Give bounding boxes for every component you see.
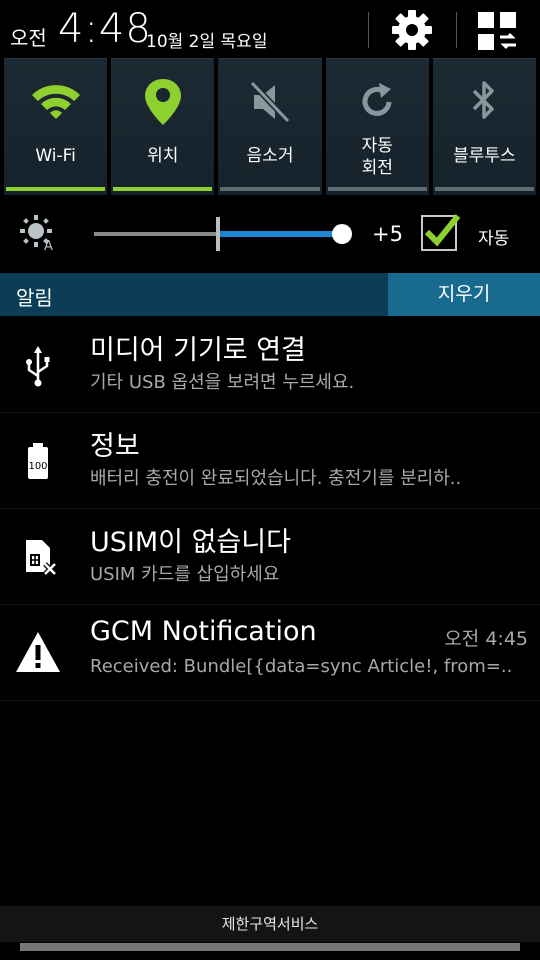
time-ampm: 오전	[10, 26, 47, 50]
slider-track-left	[94, 232, 218, 236]
rotate-icon	[362, 83, 392, 116]
brightness-auto-icon: A	[20, 215, 53, 251]
notification-gcm[interactable]: GCM Notification 오전 4:45 Received: Bundl…	[0, 604, 540, 701]
qs-bluetooth-label: 블루투스	[453, 146, 516, 166]
battery-level-text: 100	[28, 461, 47, 472]
qs-location-indicator	[113, 187, 213, 191]
brightness-row: A +5 자동	[0, 195, 540, 273]
bluetooth-icon	[473, 81, 495, 119]
qs-wifi-toggle[interactable]: Wi-Fi	[4, 58, 108, 195]
qs-bluetooth-toggle[interactable]: 블루투스	[432, 58, 537, 195]
notification-title: USIM이 없습니다	[90, 527, 291, 558]
notification-battery[interactable]: 100 정보 배터리 충전이 완료되었습니다. 충전기를 분리하..	[0, 412, 540, 509]
qs-location-label: 위치	[147, 146, 179, 166]
qs-rotate-label-line2: 회전	[361, 158, 393, 178]
qs-wifi-indicator	[6, 187, 106, 191]
brightness-level: +5	[372, 222, 403, 246]
slider-track-right	[220, 231, 342, 237]
qs-bluetooth-indicator	[434, 187, 535, 191]
no-sim-icon	[26, 540, 57, 576]
notification-usim[interactable]: USIM이 없습니다 USIM 카드를 삽입하세요	[0, 508, 540, 605]
grid-icon[interactable]	[478, 12, 518, 50]
qs-wifi-label: Wi-Fi	[35, 146, 76, 166]
warning-icon	[16, 632, 60, 672]
slider-thumb[interactable]	[332, 224, 352, 244]
auto-brightness-label: 자동	[478, 229, 510, 249]
auto-brightness-checkbox[interactable]	[420, 212, 460, 252]
qs-rotate-label-line1: 자동	[361, 136, 393, 156]
notification-time: 오전 4:45	[444, 628, 528, 650]
qs-mute-toggle[interactable]: 음소거	[218, 58, 322, 195]
notification-title: GCM Notification	[90, 616, 317, 647]
header-divider	[368, 12, 369, 48]
notification-subtitle: USIM 카드를 삽입하세요	[90, 564, 280, 585]
quick-settings-panel: Wi-Fi 위치 음소거 자동 회전 블루투스	[0, 58, 540, 195]
qs-mute-indicator	[220, 187, 320, 191]
qs-rotate-indicator	[327, 187, 427, 191]
clock-time: 4:48	[58, 6, 152, 52]
gear-icon[interactable]	[390, 8, 434, 52]
notification-title: 미디어 기기로 연결	[90, 335, 306, 366]
qs-location-toggle[interactable]: 위치	[111, 58, 215, 195]
svg-text:A: A	[44, 239, 53, 251]
notification-subtitle: 기타 USB 옵션을 보려면 누르세요.	[90, 372, 355, 393]
slider-auto-marker	[216, 217, 220, 251]
clear-button[interactable]: 지우기	[388, 273, 540, 316]
wifi-icon	[31, 85, 80, 119]
notification-title: 정보	[90, 431, 140, 462]
carrier-label: 제한구역서비스	[0, 906, 540, 942]
date-label: 10월 2일 목요일	[146, 32, 268, 52]
location-icon	[144, 79, 181, 125]
battery-full-icon: 100	[28, 443, 48, 479]
header-divider	[456, 12, 457, 48]
notification-subtitle: Received: Bundle[{data=sync Article!, fr…	[90, 656, 513, 677]
notification-usb[interactable]: 미디어 기기로 연결 기타 USB 옵션을 보려면 누르세요.	[0, 316, 540, 413]
notifications-title: 알림	[16, 286, 53, 310]
qs-rotate-label: 자동 회전	[326, 135, 429, 179]
mute-icon	[249, 80, 291, 124]
panel-drag-handle[interactable]	[20, 943, 520, 951]
notifications-header: 알림 지우기	[0, 273, 540, 316]
status-header: 오전 4:48 10월 2일 목요일	[0, 0, 540, 58]
qs-mute-label: 음소거	[246, 146, 294, 166]
notification-subtitle: 배터리 충전이 완료되었습니다. 충전기를 분리하..	[90, 468, 462, 489]
qs-rotate-toggle[interactable]: 자동 회전	[325, 58, 429, 195]
usb-icon	[26, 346, 50, 387]
